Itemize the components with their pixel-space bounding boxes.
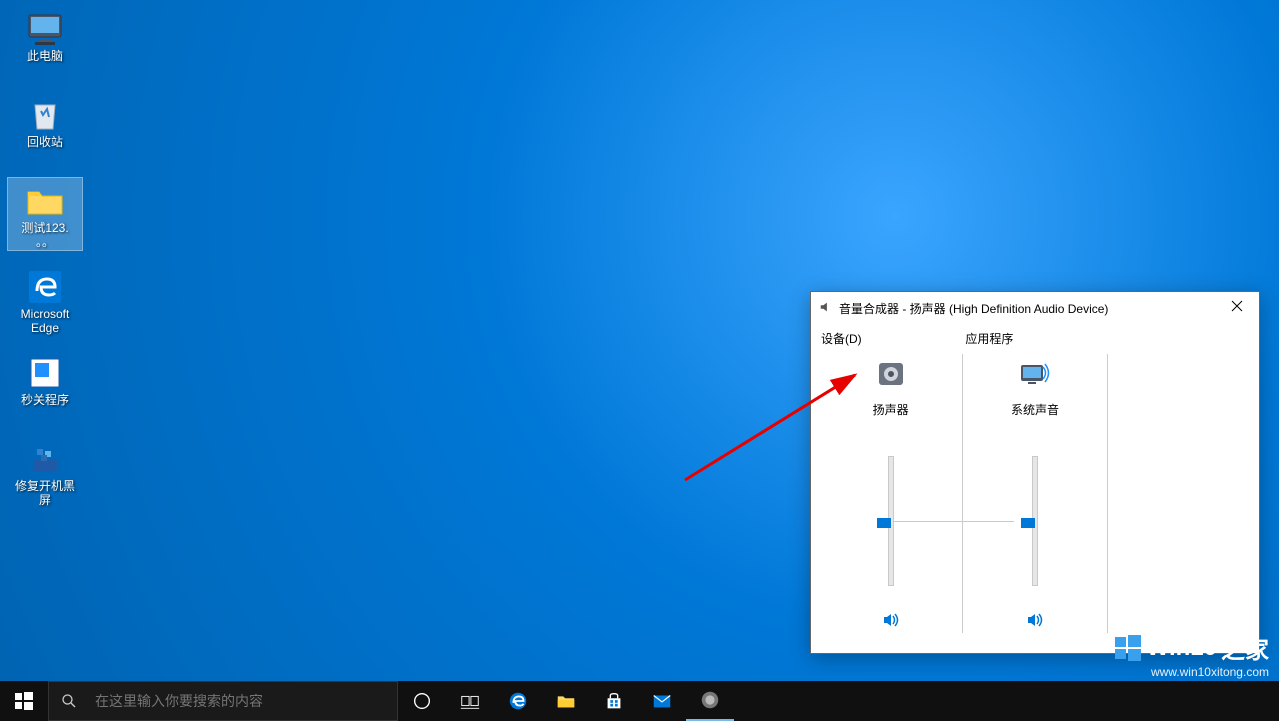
separator: [962, 354, 963, 633]
desktop-icon-label: 回收站: [27, 136, 63, 150]
close-button[interactable]: [1217, 292, 1257, 320]
taskbar-running-app[interactable]: [686, 681, 734, 721]
app-icon: [24, 440, 66, 478]
volume-mixer-window: 音量合成器 - 扬声器 (High Definition Audio Devic…: [810, 291, 1260, 654]
desktop-icon-folder[interactable]: 测试123. 。。: [8, 178, 82, 250]
desktop-icon-label: Microsoft Edge: [21, 308, 70, 336]
device-label: 扬声器: [873, 401, 909, 418]
windows-logo-icon: [1113, 633, 1143, 663]
watermark: Win10之家 www.win10xitong.com: [1113, 630, 1269, 679]
watermark-url: www.win10xitong.com: [1113, 665, 1269, 679]
speaker-device-icon[interactable]: [874, 357, 908, 391]
separator: [1107, 354, 1108, 633]
search-input[interactable]: [89, 693, 397, 709]
app-mute-button[interactable]: [1025, 610, 1045, 635]
search-box[interactable]: [48, 681, 398, 721]
mixer-body: 设备(D) 扬声器 应用程序 系统: [811, 324, 1259, 653]
watermark-main: Win10: [1147, 634, 1217, 662]
recycle-bin-icon: [24, 96, 66, 134]
taskbar-mail[interactable]: [638, 681, 686, 721]
task-view-button[interactable]: [446, 681, 494, 721]
desktop-icon-label: 测试123. 。。: [21, 222, 68, 250]
desktop-icon-fix-boot[interactable]: 修复开机黑 屏: [8, 436, 82, 508]
desktop-icon-recycle-bin[interactable]: 回收站: [8, 92, 82, 164]
desktop[interactable]: 此电脑 回收站 测试123. 。。 Microsoft Edge: [0, 0, 1279, 721]
desktop-icon-this-pc[interactable]: 此电脑: [8, 6, 82, 78]
device-column: 设备(D) 扬声器: [821, 330, 960, 643]
app-column: 应用程序 系统声音: [965, 330, 1104, 643]
watermark-suffix: 之家: [1221, 630, 1269, 665]
device-volume-slider[interactable]: [880, 456, 902, 586]
desktop-icon-edge[interactable]: Microsoft Edge: [8, 264, 82, 336]
app-header: 应用程序: [965, 330, 1013, 347]
search-icon: [49, 693, 89, 709]
start-button[interactable]: [0, 681, 48, 721]
desktop-icon-label: 修复开机黑 屏: [15, 480, 75, 508]
cortana-button[interactable]: [398, 681, 446, 721]
desktop-icon-label: 此电脑: [27, 50, 63, 64]
app-label: 系统声音: [1011, 401, 1059, 418]
taskbar-edge[interactable]: [494, 681, 542, 721]
this-pc-icon: [24, 10, 66, 48]
folder-icon: [24, 182, 66, 220]
taskbar-store[interactable]: [590, 681, 638, 721]
device-header: 设备(D): [821, 330, 862, 347]
device-mute-button[interactable]: [881, 610, 901, 635]
desktop-icons: 此电脑 回收站 测试123. 。。 Microsoft Edge: [8, 6, 82, 508]
window-title: 音量合成器 - 扬声器 (High Definition Audio Devic…: [839, 300, 1217, 317]
desktop-icon-quick-close[interactable]: 秒关程序: [8, 350, 82, 422]
desktop-icon-label: 秒关程序: [21, 394, 69, 408]
taskbar: [0, 681, 1279, 721]
app-icon: [24, 354, 66, 392]
speaker-icon: [819, 300, 833, 317]
edge-icon: [24, 268, 66, 306]
window-titlebar[interactable]: 音量合成器 - 扬声器 (High Definition Audio Devic…: [811, 292, 1259, 324]
system-sounds-icon[interactable]: [1018, 357, 1052, 391]
app-volume-slider[interactable]: [1024, 456, 1046, 586]
taskbar-file-explorer[interactable]: [542, 681, 590, 721]
